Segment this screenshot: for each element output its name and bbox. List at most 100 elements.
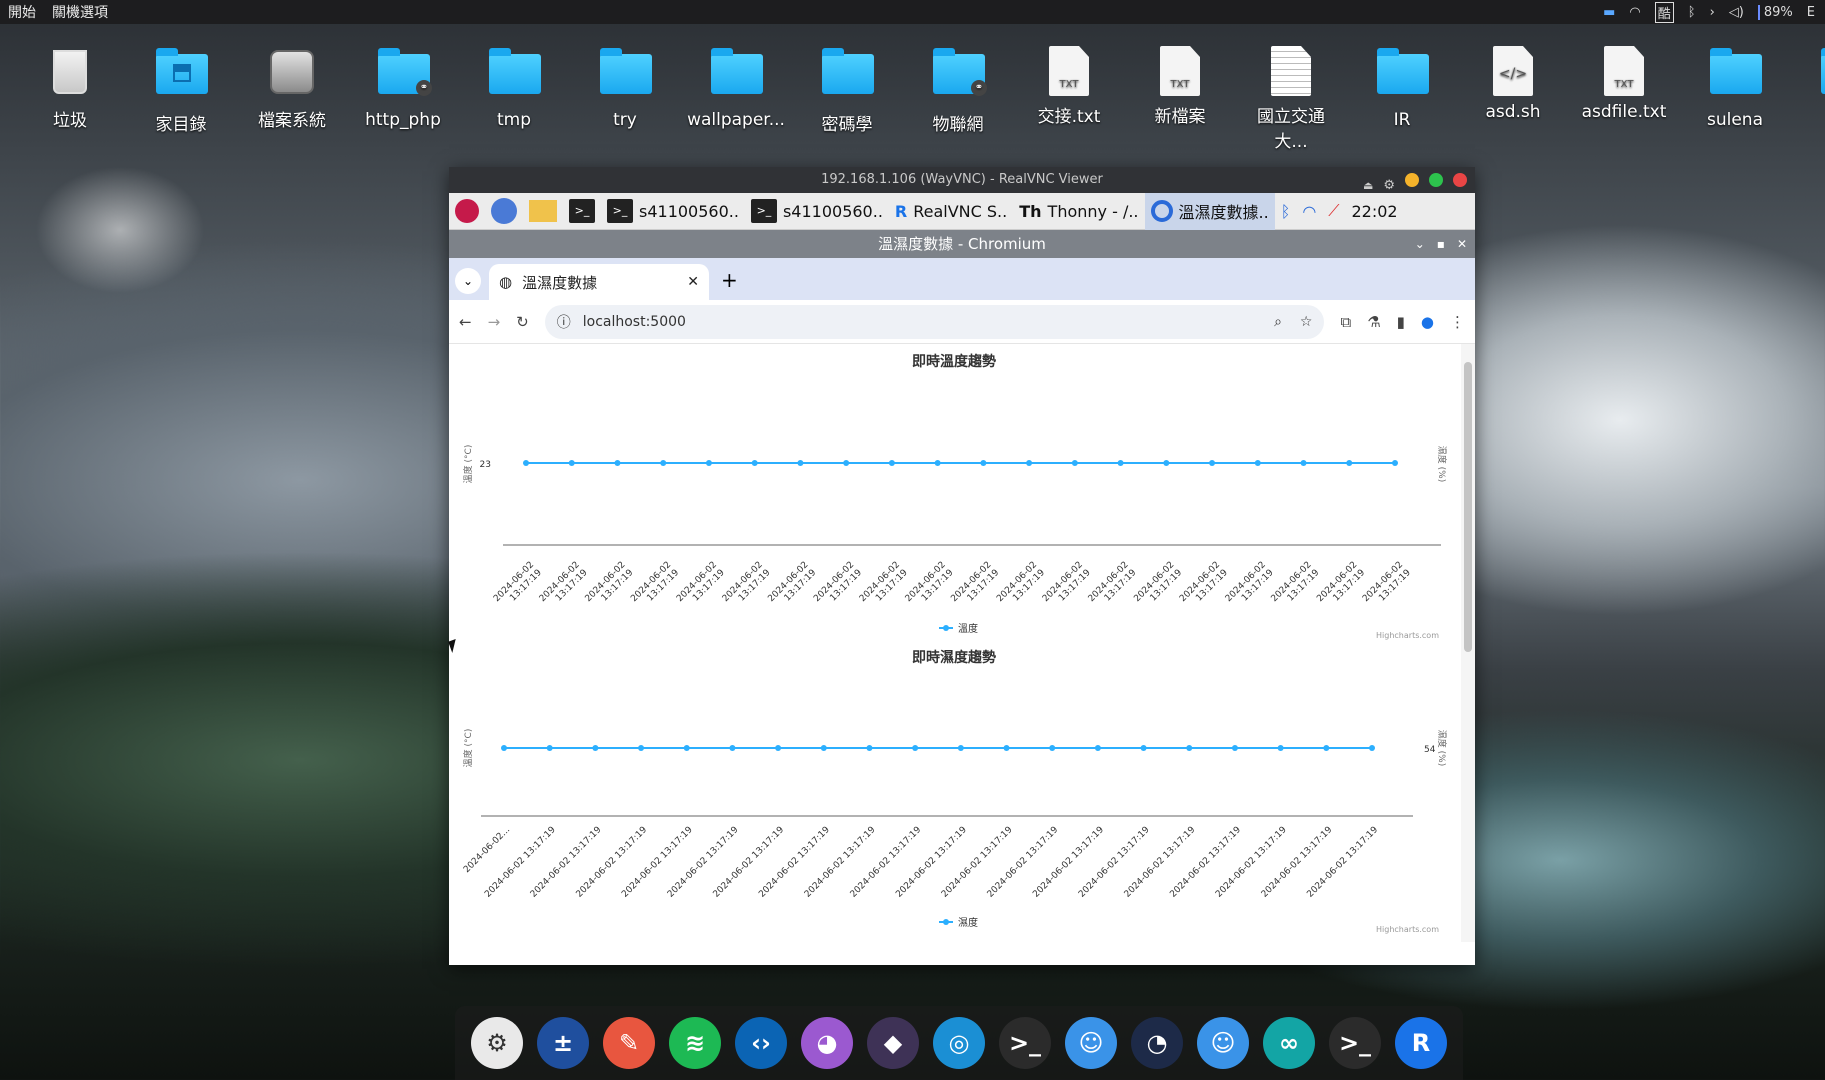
- desktop-icon-txt[interactable]: TXT 交接.txt: [1019, 46, 1119, 127]
- back-icon[interactable]: ←: [459, 313, 472, 331]
- taskbar-item-chromium[interactable]: 溫濕度數據..: [1144, 192, 1275, 230]
- close-icon[interactable]: ✕: [1457, 230, 1467, 258]
- extensions-icon[interactable]: ⧉: [1340, 313, 1351, 331]
- tab-active[interactable]: ◍ 溫濕度數據 ✕: [489, 264, 709, 300]
- x-tick-label: 2024-06-0213:17:19: [492, 560, 544, 612]
- settings-icon[interactable]: ⚙: [471, 1017, 523, 1069]
- data-point: [1254, 460, 1261, 466]
- terminal-icon[interactable]: >_: [999, 1017, 1051, 1069]
- gear-icon[interactable]: ⚙: [1383, 173, 1395, 199]
- address-bar[interactable]: ⓘ localhost:5000 ⌕ ☆: [544, 304, 1325, 339]
- desktop-icon-link-folder[interactable]: ⚭ 物聯網: [908, 46, 1008, 135]
- tab-search-icon[interactable]: ⌄: [455, 268, 481, 294]
- data-point: [1140, 745, 1147, 751]
- desktop-icon-home-folder[interactable]: 家目錄: [131, 46, 231, 135]
- spotify-icon[interactable]: ≋: [669, 1017, 721, 1069]
- wifi-icon[interactable]: ◠: [1629, 5, 1640, 20]
- vnc-titlebar[interactable]: 192.168.1.106 (WayVNC) - RealVNC Viewer …: [449, 167, 1475, 193]
- finder-icon-2[interactable]: ☺: [1197, 1017, 1249, 1069]
- chevron-right-icon[interactable]: ›: [1710, 5, 1715, 20]
- calculator-icon[interactable]: ±: [537, 1017, 589, 1069]
- obsidian-icon[interactable]: ◆: [867, 1017, 919, 1069]
- data-point: [957, 745, 964, 751]
- tab-close-icon[interactable]: ✕: [687, 274, 699, 290]
- file-manager-icon[interactable]: [523, 193, 563, 230]
- maximize-button[interactable]: [1429, 173, 1443, 187]
- desktop-icon-folder[interactable]: try: [575, 46, 675, 130]
- desktop-icon-trash[interactable]: 垃圾: [20, 46, 120, 131]
- taskbar-item-thonny[interactable]: Th Thonny - /..: [1013, 193, 1144, 230]
- raspberry-menu-icon[interactable]: [449, 193, 485, 230]
- desktop-icon-txt[interactable]: TXT 新檔案: [1130, 46, 1230, 127]
- drive-icon: [267, 50, 317, 100]
- desktop-icon-drive[interactable]: 檔案系統: [242, 46, 342, 131]
- desktop-icon-label: 密碼學: [821, 115, 873, 135]
- taskbar-item-terminal-1[interactable]: >_ s41100560..: [601, 193, 745, 230]
- shutdown-menu[interactable]: 關機選項: [44, 2, 116, 22]
- data-point: [1117, 460, 1124, 466]
- desktop-icon-label: 檔案系統: [258, 111, 326, 131]
- desktop-icon-script[interactable]: </> asd.sh: [1463, 46, 1563, 122]
- scrollbar-thumb[interactable]: [1464, 362, 1472, 652]
- menu-kebab-icon[interactable]: ⋮: [1450, 313, 1465, 331]
- realvnc-icon[interactable]: R: [1395, 1017, 1447, 1069]
- battery-indicator[interactable]: 89%: [1757, 4, 1793, 20]
- profile-icon[interactable]: ●: [1421, 313, 1434, 331]
- page-scrollbar[interactable]: [1461, 344, 1475, 942]
- bluetooth-icon[interactable]: ᛒ: [1275, 193, 1297, 230]
- labs-icon[interactable]: ⚗: [1367, 313, 1380, 331]
- new-tab-button[interactable]: +: [721, 268, 738, 292]
- data-point: [1300, 460, 1307, 466]
- speedometer-icon[interactable]: ◔: [1131, 1017, 1183, 1069]
- finder-icon[interactable]: ☺: [1065, 1017, 1117, 1069]
- display-icon[interactable]: ▬: [1603, 5, 1615, 20]
- zoom-icon[interactable]: ⌕: [1274, 314, 1282, 330]
- github-icon[interactable]: ◕: [801, 1017, 853, 1069]
- volume-muted-icon[interactable]: ⟋: [1322, 193, 1345, 230]
- vscode-icon[interactable]: ‹›: [735, 1017, 787, 1069]
- desktop-icon-folder[interactable]: eng: [1796, 46, 1825, 130]
- bluetooth-icon[interactable]: ᛒ: [1688, 5, 1696, 20]
- bookmark-star-icon[interactable]: ☆: [1300, 314, 1313, 330]
- folder-icon: [156, 48, 208, 104]
- desktop-icon-link-folder[interactable]: ⚭ http_php: [353, 46, 453, 130]
- taskbar-item-realvnc[interactable]: R RealVNC S..: [889, 193, 1013, 230]
- restore-icon[interactable]: ▪: [1437, 230, 1445, 258]
- start-menu[interactable]: 開始: [0, 2, 44, 22]
- wifi-icon[interactable]: ◠: [1296, 193, 1322, 230]
- side-panel-icon[interactable]: ▮: [1397, 313, 1405, 331]
- chevron-down-icon[interactable]: ⌄: [1415, 230, 1425, 258]
- desktop-icon-folder[interactable]: tmp: [464, 46, 564, 130]
- url-text[interactable]: localhost:5000: [583, 314, 686, 330]
- terminal-icon-2[interactable]: >_: [1329, 1017, 1381, 1069]
- volume-icon[interactable]: ◁): [1729, 5, 1744, 20]
- taskbar-item-terminal-2[interactable]: >_ s41100560..: [745, 193, 889, 230]
- desktop-icon-folder[interactable]: sulena: [1685, 46, 1785, 130]
- eject-icon[interactable]: ⏏: [1363, 173, 1373, 199]
- browser-globe-icon[interactable]: [485, 193, 523, 230]
- terminal-launch-icon[interactable]: >_: [563, 193, 601, 230]
- data-point: [1369, 745, 1375, 751]
- close-button[interactable]: [1453, 173, 1467, 187]
- data-point: [1346, 460, 1353, 466]
- data-point: [980, 460, 987, 466]
- arduino-icon[interactable]: ∞: [1263, 1017, 1315, 1069]
- x-tick-label: 2024-06-0213:17:19: [858, 560, 910, 612]
- desktop-icon-txt[interactable]: TXT asdfile.txt: [1574, 46, 1674, 122]
- minimize-button[interactable]: [1405, 173, 1419, 187]
- site-info-icon[interactable]: ⓘ: [557, 312, 571, 332]
- desktop-icon-folder[interactable]: wallpaper...: [686, 46, 786, 130]
- desktop-icon-doc[interactable]: 國立交通大...: [1241, 46, 1341, 152]
- thonny-icon: Th: [1019, 201, 1042, 221]
- realvnc-viewer-window[interactable]: 192.168.1.106 (WayVNC) - RealVNC Viewer …: [449, 167, 1475, 965]
- forward-icon[interactable]: →: [488, 313, 501, 331]
- input-method-icon[interactable]: 酷: [1654, 1, 1674, 23]
- chromium-titlebar[interactable]: 溫濕度數據 - Chromium ⌄ ▪ ✕: [449, 230, 1475, 258]
- desktop-icon-label: asd.sh: [1485, 102, 1541, 122]
- desktop-icon-folder[interactable]: 密碼學: [797, 46, 897, 135]
- data-point: [1392, 460, 1398, 466]
- edge-icon[interactable]: ◎: [933, 1017, 985, 1069]
- reload-icon[interactable]: ↻: [516, 313, 529, 331]
- desktop-icon-folder[interactable]: IR: [1352, 46, 1452, 130]
- pencil-icon[interactable]: ✎: [603, 1017, 655, 1069]
